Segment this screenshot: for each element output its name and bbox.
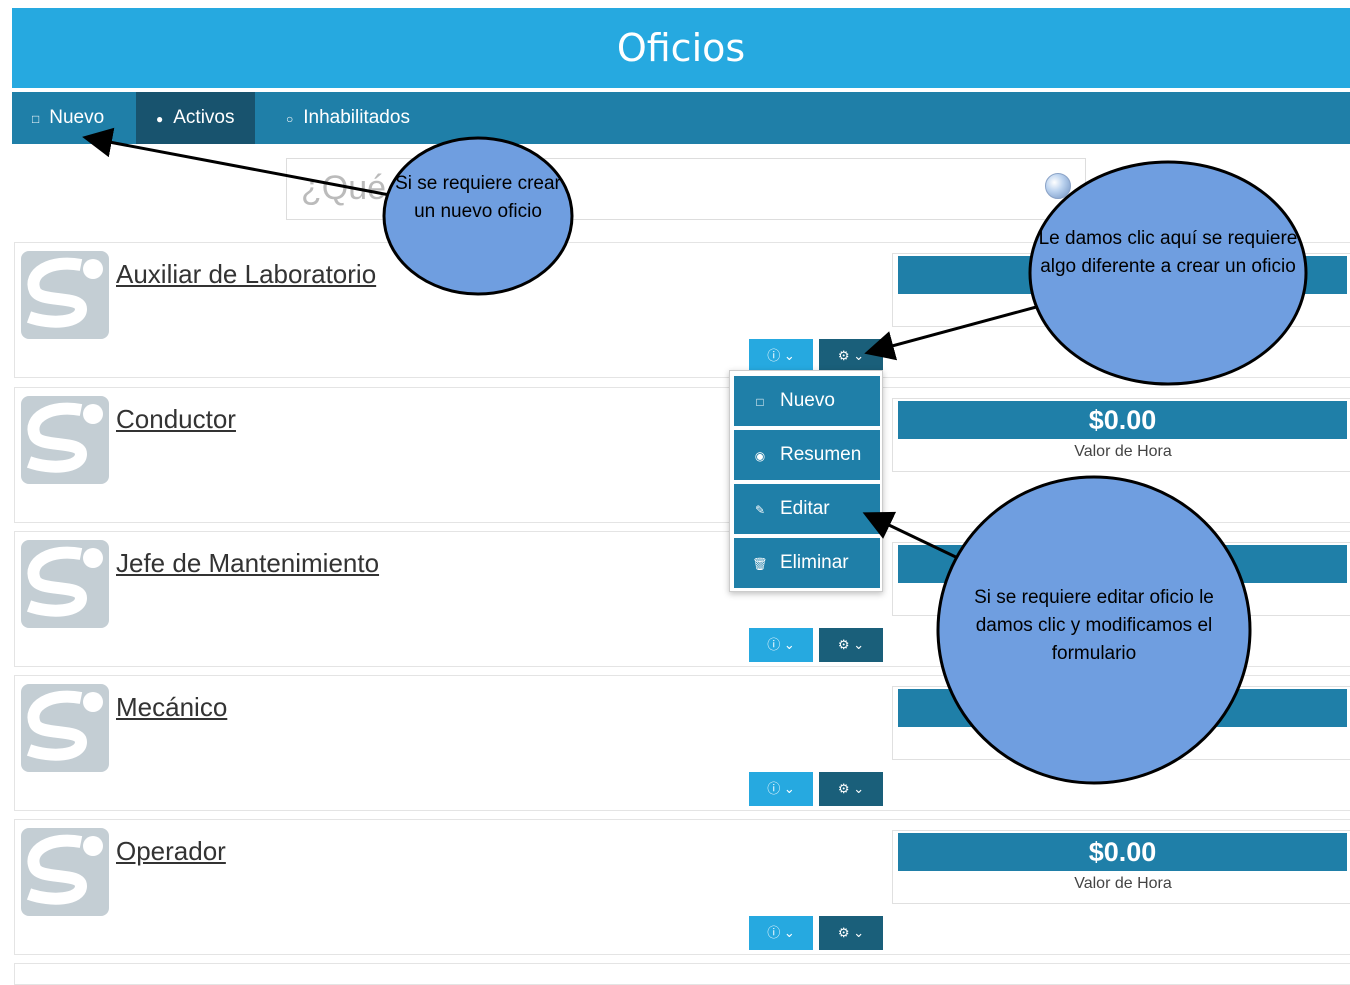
info-dropdown-button[interactable]: ⓘ ⌄ [749, 339, 813, 373]
trash-icon: 🗑 [752, 557, 768, 571]
options-dropdown-button[interactable]: ⚙ ⌄ [819, 339, 883, 373]
toolbar: □ Nuevo ● Activos ○ Inhabilitados [12, 92, 1350, 144]
new-button-label: Nuevo [49, 107, 105, 128]
price-value [898, 689, 1347, 727]
price-box: $0.00 Valor de Hora [892, 830, 1350, 904]
new-doc-icon: □ [32, 112, 40, 126]
list-item [14, 963, 1350, 985]
menu-item-label: Resumen [780, 444, 862, 465]
callout-text-new: Si se requiere crear un nuevo oficio [395, 173, 561, 222]
app-logo-icon [21, 540, 109, 628]
filled-dot-icon: ● [156, 112, 164, 126]
job-name-link[interactable]: Conductor [116, 404, 236, 435]
options-dropdown-button[interactable]: ⚙ ⌄ [819, 772, 883, 806]
gear-icon: ⚙ [837, 637, 850, 652]
info-icon: ⓘ [767, 781, 781, 796]
price-box: $0.00 Valor de Hora [892, 398, 1350, 472]
new-doc-icon: □ [756, 395, 764, 409]
chevron-down-icon: ⌄ [853, 781, 865, 796]
list-item: Mecánico ⓘ ⌄ ⚙ ⌄ [14, 675, 1350, 811]
menu-item-label: Nuevo [780, 390, 835, 411]
gear-icon: ⚙ [837, 925, 850, 940]
app-logo-icon [21, 828, 109, 916]
price-value: $0.00 [898, 401, 1347, 439]
tab-disabled[interactable]: ○ Inhabilitados [266, 92, 430, 144]
menu-item-delete[interactable]: 🗑 Eliminar [734, 538, 880, 588]
gear-icon: ⚙ [837, 348, 850, 363]
tab-active[interactable]: ● Activos [136, 92, 255, 144]
app-logo-icon [21, 251, 109, 339]
search-orb-icon[interactable] [1045, 173, 1071, 199]
menu-item-label: Eliminar [780, 552, 849, 573]
info-icon: ⓘ [767, 637, 781, 652]
price-value [898, 545, 1347, 583]
price-box [892, 686, 1350, 760]
tab-disabled-label: Inhabilitados [303, 107, 410, 128]
options-dropdown-button[interactable]: ⚙ ⌄ [819, 628, 883, 662]
options-dropdown-button[interactable]: ⚙ ⌄ [819, 916, 883, 950]
job-name-link[interactable]: Operador [116, 836, 226, 867]
chevron-down-icon: ⌄ [783, 637, 795, 652]
chevron-down-icon: ⌄ [853, 348, 865, 363]
job-name-link[interactable]: Auxiliar de Laboratorio [116, 259, 376, 290]
chevron-down-icon: ⌄ [783, 348, 795, 363]
info-icon: ⓘ [767, 925, 781, 940]
new-button[interactable]: □ Nuevo [12, 92, 124, 144]
callout-text-edit: Si se requiere editar oficio le damos cl… [974, 587, 1214, 664]
chevron-down-icon: ⌄ [853, 637, 865, 652]
pencil-icon: ✎ [754, 503, 766, 517]
info-icon: ⓘ [767, 348, 781, 363]
search-placeholder: ¿Qué [301, 169, 387, 207]
job-name-link[interactable]: Jefe de Mantenimiento [116, 548, 379, 579]
info-dropdown-button[interactable]: ⓘ ⌄ [749, 628, 813, 662]
app-logo-icon [21, 396, 109, 484]
job-name-link[interactable]: Mecánico [116, 692, 227, 723]
gear-icon: ⚙ [837, 781, 850, 796]
page-title: Oficios [616, 26, 746, 70]
page-header: Oficios [12, 8, 1350, 88]
chevron-down-icon: ⌄ [853, 925, 865, 940]
app-logo-icon [21, 684, 109, 772]
price-label: Valor de Hora [1074, 443, 1172, 460]
price-value: $0.00 [898, 833, 1347, 871]
callout-text-gear: Le damos clic aquí se requiere algo dife… [1038, 228, 1298, 277]
list-item: Operador $0.00 Valor de Hora ⓘ ⌄ ⚙ ⌄ [14, 819, 1350, 955]
tab-active-label: Activos [173, 107, 235, 128]
menu-item-summary[interactable]: ◉ Resumen [734, 430, 880, 480]
menu-item-new[interactable]: □ Nuevo [734, 376, 880, 426]
list-item: Conductor $0.00 Valor de Hora [14, 387, 1350, 523]
price-label: Valor de Hora [1074, 875, 1172, 892]
options-dropdown-menu: □ Nuevo ◉ Resumen ✎ Editar 🗑 Eliminar [729, 370, 883, 592]
hollow-dot-icon: ○ [286, 112, 294, 126]
info-dropdown-button[interactable]: ⓘ ⌄ [749, 772, 813, 806]
menu-item-edit[interactable]: ✎ Editar [734, 484, 880, 534]
chevron-down-icon: ⌄ [783, 781, 795, 796]
summary-icon: ◉ [754, 449, 766, 463]
info-dropdown-button[interactable]: ⓘ ⌄ [749, 916, 813, 950]
menu-item-label: Editar [780, 498, 830, 519]
chevron-down-icon: ⌄ [783, 925, 795, 940]
